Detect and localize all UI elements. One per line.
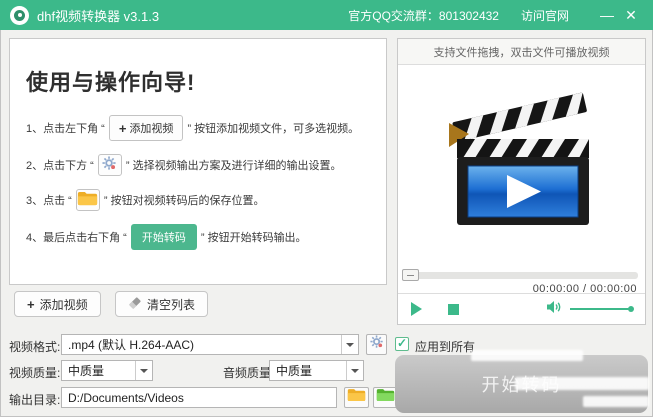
minimize-button[interactable]: — [595, 0, 619, 30]
redaction-streak [583, 396, 649, 407]
player-panel[interactable]: 支持文件拖拽，双击文件可播放视频 [397, 38, 646, 325]
step3-text-post: ” 按钮对视频转码后的保存位置。 [104, 192, 265, 208]
guide-step-4: 4、最后点击右下角 “ 开始转码 ” 按钮开始转码输出。 [26, 224, 372, 250]
redaction-streak [515, 377, 649, 390]
inline-add-video-button[interactable]: + 添加视频 [109, 115, 184, 141]
close-button[interactable]: ✕ [619, 0, 643, 30]
format-settings-button[interactable] [366, 334, 387, 355]
inline-settings-button[interactable] [98, 154, 122, 176]
eraser-icon [128, 296, 142, 313]
visit-website-link[interactable]: 访问官网 [521, 7, 569, 24]
folder-open-icon [376, 388, 395, 408]
video-display-area[interactable] [398, 65, 645, 263]
start-transcode-button[interactable]: 开始转码 [395, 355, 648, 413]
chevron-down-icon [346, 343, 354, 347]
dropdown-arrow-box[interactable] [341, 335, 358, 354]
chevron-down-icon [351, 369, 359, 373]
audio-quality-label: 音频质量: [223, 364, 274, 381]
guide-panel: 使用与操作向导! 1、点击左下角 “ + 添加视频 ” 按钮添加视频文件，可多选… [9, 38, 387, 285]
volume-controls [546, 300, 632, 319]
progress-slider[interactable] [405, 272, 638, 279]
output-dir-input[interactable] [61, 387, 337, 408]
app-logo-icon [10, 6, 29, 25]
step2-text-pre: 2、点击下方 “ [26, 157, 94, 173]
add-video-label: 添加视频 [40, 296, 88, 313]
volume-handle[interactable] [628, 306, 634, 312]
step3-text-pre: 3、点击 “ [26, 192, 72, 208]
dropdown-arrow-box[interactable] [346, 361, 363, 380]
add-video-button[interactable]: + 添加视频 [14, 291, 101, 317]
video-quality-dropdown[interactable]: 中质量 [61, 360, 153, 381]
guide-title: 使用与操作向导! [26, 65, 372, 97]
redaction-streak [471, 350, 583, 361]
apply-all-label: 应用到所有 [415, 338, 475, 355]
audio-quality-dropdown[interactable]: 中质量 [269, 360, 364, 381]
progress-handle[interactable] [402, 269, 419, 281]
volume-icon[interactable] [546, 300, 562, 319]
step4-text-post: ” 按钮开始转码输出。 [201, 229, 307, 245]
clear-list-button[interactable]: 清空列表 [115, 291, 208, 317]
plus-icon: + [27, 298, 35, 311]
output-dir-label: 输出目录: [9, 391, 60, 408]
video-format-dropdown[interactable]: .mp4 (默认 H.264-AAC) [61, 334, 359, 355]
inline-folder-button[interactable] [76, 189, 100, 211]
video-format-label: 视频格式: [9, 338, 60, 355]
title-bar: dhf视频转换器 v3.1.3 官方QQ交流群：801302432 访问官网 —… [0, 0, 653, 30]
browse-folder-button[interactable] [344, 387, 369, 408]
volume-slider[interactable] [570, 308, 632, 310]
video-format-value: .mp4 (默认 H.264-AAC) [62, 336, 341, 353]
check-icon: ✓ [397, 337, 407, 349]
drop-hint: 支持文件拖拽，双击文件可播放视频 [398, 39, 645, 65]
guide-step-3: 3、点击 “ ” 按钮对视频转码后的保存位置。 [26, 189, 372, 211]
guide-step-1: 1、点击左下角 “ + 添加视频 ” 按钮添加视频文件，可多选视频。 [26, 115, 372, 141]
plus-icon: + [119, 122, 127, 135]
chevron-down-icon [140, 369, 148, 373]
clear-list-label: 清空列表 [147, 296, 195, 313]
inline-add-video-label: 添加视频 [129, 120, 173, 136]
settings-icon [370, 335, 384, 354]
guide-step-2: 2、点击下方 “ ” 选择视频输出方案及进行详细的输出设 [26, 154, 372, 176]
dropdown-arrow-box[interactable] [135, 361, 152, 380]
video-quality-label: 视频质量: [9, 364, 60, 381]
folder-icon [77, 191, 98, 210]
step1-text-pre: 1、点击左下角 “ [26, 120, 105, 136]
folder-icon [347, 388, 366, 408]
player-controls [398, 293, 645, 324]
audio-quality-value: 中质量 [270, 362, 346, 379]
inline-start-transcode-button[interactable]: 开始转码 [131, 224, 197, 250]
qq-group-text: 官方QQ交流群：801302432 [348, 7, 499, 24]
step1-text-post: ” 按钮添加视频文件，可多选视频。 [187, 120, 359, 136]
stop-button[interactable] [448, 304, 459, 315]
step4-text-pre: 4、最后点击右下角 “ [26, 229, 127, 245]
play-button[interactable] [411, 302, 422, 316]
video-quality-value: 中质量 [62, 362, 135, 379]
clapperboard-icon [447, 87, 597, 242]
settings-icon [102, 156, 117, 174]
apply-all-checkbox[interactable]: ✓ [395, 337, 409, 351]
step2-text-post: ” 选择视频输出方案及进行详细的输出设置。 [126, 157, 342, 173]
app-title: dhf视频转换器 v3.1.3 [37, 6, 159, 25]
app-window: dhf视频转换器 v3.1.3 官方QQ交流群：801302432 访问官网 —… [0, 0, 653, 417]
